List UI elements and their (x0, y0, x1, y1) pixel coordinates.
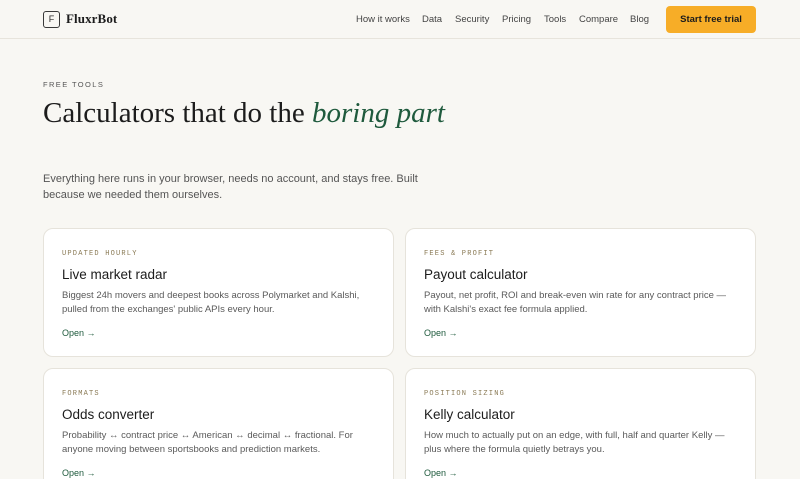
tool-card-kelly-calculator[interactable]: POSITION SIZING Kelly calculator How muc… (405, 368, 756, 479)
hero-eyebrow: FREE TOOLS (43, 80, 105, 89)
card-eyebrow: FEES & PROFIT (424, 250, 495, 258)
start-free-trial-button[interactable]: Start free trial (666, 6, 756, 33)
nav-link-blog[interactable]: Blog (630, 14, 649, 25)
top-navbar: F FluxrBot How it works Data Security Pr… (0, 0, 800, 39)
card-description: Probability ↔ contract price ↔ American … (62, 430, 353, 455)
card-title: Payout calculator (424, 267, 528, 282)
card-title: Live market radar (62, 267, 168, 282)
card-open-link[interactable]: Open → (424, 328, 458, 338)
nav-link-tools[interactable]: Tools (544, 14, 566, 25)
card-open-link[interactable]: Open → (62, 468, 96, 478)
card-eyebrow: POSITION SIZING (424, 390, 506, 398)
tool-card-payout-calculator[interactable]: FEES & PROFIT Payout calculator Payout, … (405, 228, 756, 357)
card-description: How much to actually put on an edge, wit… (424, 430, 725, 455)
page-title: Calculators that do the boring part (43, 97, 463, 129)
page-title-plain: Calculators that do the (43, 97, 312, 129)
page-title-accent: boring part (312, 97, 445, 129)
tool-card-odds-converter[interactable]: FORMATS Odds converter Probability ↔ con… (43, 368, 394, 479)
brand-name[interactable]: FluxrBot (66, 11, 117, 27)
card-title: Kelly calculator (424, 407, 515, 422)
card-eyebrow: FORMATS (62, 390, 100, 398)
nav-link-data[interactable]: Data (422, 14, 442, 25)
logo-icon[interactable]: F (43, 11, 60, 28)
nav-link-how-it-works[interactable]: How it works (356, 14, 410, 25)
nav-link-pricing[interactable]: Pricing (502, 14, 531, 25)
card-title: Odds converter (62, 407, 155, 422)
hero-lede: Everything here runs in your browser, ne… (43, 173, 418, 201)
card-description: Payout, net profit, ROI and break-even w… (424, 290, 727, 315)
nav-link-compare[interactable]: Compare (579, 14, 618, 25)
card-open-link[interactable]: Open → (424, 468, 458, 478)
card-open-link[interactable]: Open → (62, 328, 96, 338)
tool-card-market-radar[interactable]: UPDATED HOURLY Live market radar Biggest… (43, 228, 394, 357)
nav-link-security[interactable]: Security (455, 14, 489, 25)
card-description: Biggest 24h movers and deepest books acr… (62, 290, 360, 315)
card-eyebrow: UPDATED HOURLY (62, 250, 138, 258)
